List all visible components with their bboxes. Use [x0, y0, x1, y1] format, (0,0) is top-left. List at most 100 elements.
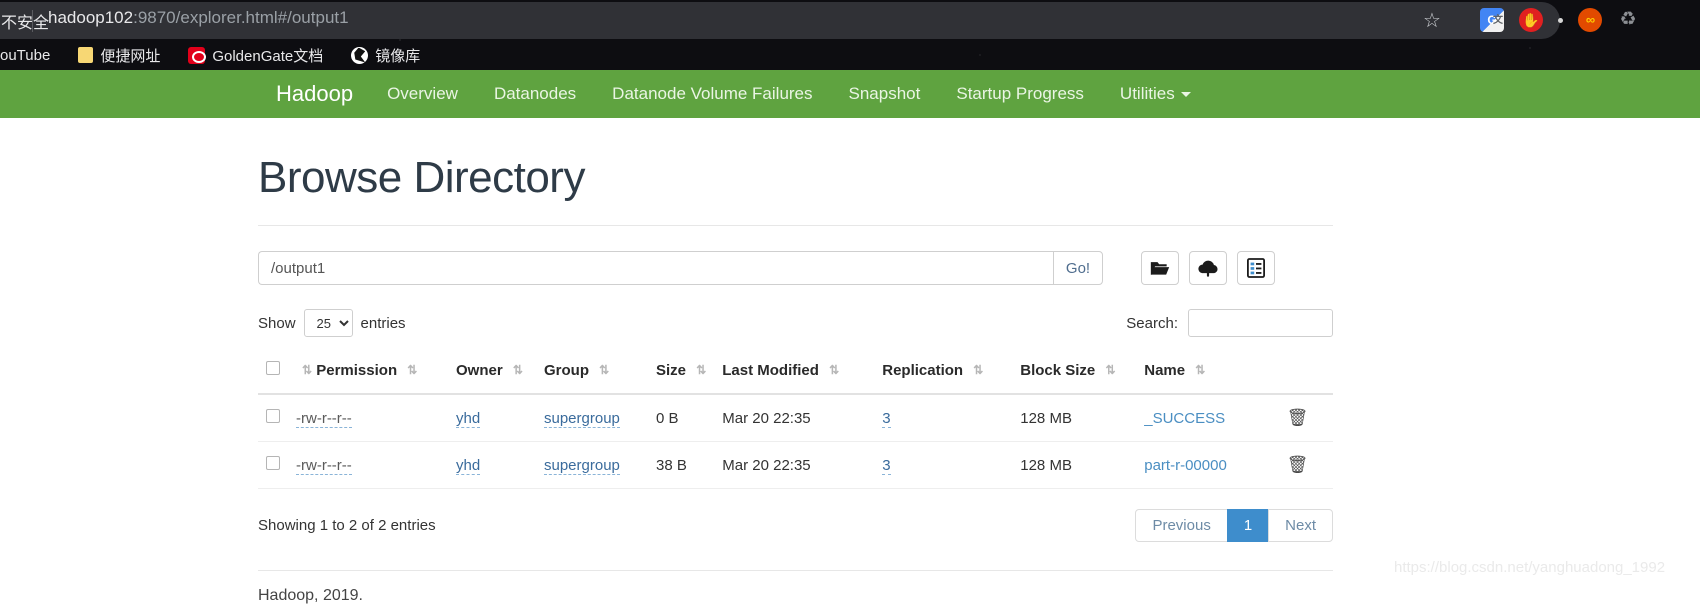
row-name[interactable]: _SUCCESS — [1136, 394, 1279, 442]
table-row: -rw-r--r-- yhd supergroup 0 B Mar 20 22:… — [258, 394, 1333, 442]
browser-chrome: 不安全 hadoop102:9870/explorer.html#/output… — [0, 0, 1700, 70]
trash-icon[interactable]: 🗑 — [1287, 408, 1309, 427]
file-name-link[interactable]: part-r-00000 — [1144, 457, 1227, 474]
nav-link-snapshot[interactable]: Snapshot — [831, 84, 939, 104]
bookmark-label: 镜像库 — [375, 47, 421, 65]
header-select-all[interactable] — [258, 355, 288, 395]
replication-value[interactable]: 3 — [882, 456, 891, 475]
permission-value[interactable]: -rw-r--r-- — [296, 409, 352, 428]
owner-value[interactable]: yhd — [456, 456, 481, 475]
nav-link-startup-progress[interactable]: Startup Progress — [938, 84, 1102, 104]
search-input[interactable] — [1188, 309, 1333, 337]
row-delete-cell[interactable]: 🗑 — [1278, 394, 1333, 442]
select-all-checkbox[interactable] — [266, 361, 280, 375]
next-page-button[interactable]: Next — [1268, 509, 1333, 542]
file-table: ⇅ Permission ⇅ Owner ⇅ Group ⇅ Size ⇅ La… — [258, 355, 1333, 489]
row-modified: Mar 20 22:35 — [714, 441, 875, 489]
row-replication[interactable]: 3 — [874, 441, 1013, 489]
row-group[interactable]: supergroup — [536, 441, 648, 489]
header-size[interactable]: Size ⇅ — [648, 355, 715, 395]
sort-icon: ⇅ — [1105, 363, 1116, 377]
trash-icon[interactable]: 🗑 — [1287, 455, 1309, 474]
recycle-icon[interactable]: ♻ — [1617, 8, 1639, 32]
bookmark-youtube[interactable]: ouTube — [0, 47, 64, 64]
separator-dot-icon — [1558, 17, 1563, 23]
bookmark-goldengate[interactable]: GoldenGate文档 — [174, 45, 337, 66]
group-value[interactable]: supergroup — [544, 409, 620, 428]
security-warning[interactable]: 不安全 — [0, 10, 49, 32]
row-permission[interactable]: -rw-r--r-- — [288, 441, 448, 489]
nav-link-utilities[interactable]: Utilities — [1102, 84, 1209, 104]
previous-page-button[interactable]: Previous — [1135, 509, 1228, 542]
file-name-link[interactable]: _SUCCESS — [1144, 410, 1225, 427]
cloud-upload-icon — [1198, 260, 1218, 277]
header-last-modified-label: Last Modified — [722, 362, 819, 379]
show-label: Show — [258, 314, 296, 332]
header-group-label: Group — [544, 362, 589, 379]
nav-link-datanode-volume-failures[interactable]: Datanode Volume Failures — [594, 84, 830, 104]
row-checkbox[interactable] — [266, 409, 280, 423]
bookmark-folder[interactable]: 便捷网址 — [64, 45, 174, 66]
sort-icon: ⇅ — [973, 363, 984, 377]
header-owner[interactable]: Owner ⇅ — [448, 355, 536, 395]
header-owner-label: Owner — [456, 362, 503, 379]
directory-action-buttons — [1141, 251, 1275, 285]
permission-value[interactable]: -rw-r--r-- — [296, 456, 352, 475]
row-size: 38 B — [648, 441, 715, 489]
path-input-group: Go! — [258, 251, 1103, 285]
infinity-icon[interactable]: ∞ — [1578, 8, 1602, 32]
row-name[interactable]: part-r-00000 — [1136, 441, 1279, 489]
bookmark-star-icon[interactable]: ☆ — [1422, 11, 1442, 31]
bookmarks-bar: ouTube 便捷网址 GoldenGate文档 镜像库 — [0, 40, 1700, 70]
folder-icon — [78, 47, 94, 63]
header-block-size[interactable]: Block Size ⇅ — [1012, 355, 1137, 395]
footer-copyright: Hadoop, 2019. — [258, 587, 363, 604]
google-translate-icon[interactable]: G — [1480, 8, 1504, 33]
new-directory-button[interactable] — [1141, 251, 1179, 285]
nav-link-overview[interactable]: Overview — [369, 84, 476, 104]
sort-icon: ⇅ — [599, 363, 610, 377]
row-owner[interactable]: yhd — [448, 441, 536, 489]
main-container: Browse Directory Go! — [258, 118, 1333, 605]
sort-icon: ⇅ — [1195, 363, 1206, 377]
address-bar[interactable]: 不安全 hadoop102:9870/explorer.html#/output… — [0, 2, 1560, 39]
watermark: https://blog.csdn.net/yanghuadong_1992 — [1394, 559, 1666, 576]
header-group[interactable]: Group ⇅ — [536, 355, 648, 395]
upload-files-button[interactable] — [1189, 251, 1227, 285]
row-delete-cell[interactable]: 🗑 — [1278, 441, 1333, 489]
adblock-hand-icon[interactable]: ✋ — [1519, 8, 1543, 32]
header-permission[interactable]: ⇅ Permission ⇅ — [288, 355, 448, 395]
row-group[interactable]: supergroup — [536, 394, 648, 442]
search-label: Search: — [1126, 314, 1178, 332]
page-1-button[interactable]: 1 — [1226, 509, 1270, 542]
table-row: -rw-r--r-- yhd supergroup 38 B Mar 20 22… — [258, 441, 1333, 489]
row-checkbox[interactable] — [266, 456, 280, 470]
navbar-brand[interactable]: Hadoop — [0, 81, 369, 107]
page-length-select[interactable]: 25 — [303, 309, 353, 337]
omnibox-divider — [32, 10, 33, 32]
header-block-size-label: Block Size — [1020, 362, 1096, 379]
header-name[interactable]: Name ⇅ — [1136, 355, 1279, 395]
replication-value[interactable]: 3 — [882, 409, 891, 428]
header-replication[interactable]: Replication ⇅ — [874, 355, 1013, 395]
header-last-modified[interactable]: Last Modified ⇅ — [714, 355, 875, 395]
row-replication[interactable]: 3 — [874, 394, 1013, 442]
nav-link-datanodes[interactable]: Datanodes — [476, 84, 594, 104]
table-footer: Showing 1 to 2 of 2 entries Previous 1 N… — [258, 509, 1333, 542]
row-checkbox-cell[interactable] — [258, 394, 288, 442]
sort-icon: ⇅ — [407, 363, 418, 377]
row-permission[interactable]: -rw-r--r-- — [288, 394, 448, 442]
row-checkbox-cell[interactable] — [258, 441, 288, 489]
go-button[interactable]: Go! — [1053, 251, 1103, 285]
bookmark-mirror[interactable]: 镜像库 — [337, 45, 434, 66]
path-input[interactable] — [258, 251, 1053, 285]
row-owner[interactable]: yhd — [448, 394, 536, 442]
security-warning-label: 不安全 — [1, 15, 50, 32]
cut-paste-button[interactable] — [1237, 251, 1275, 285]
group-value[interactable]: supergroup — [544, 456, 620, 475]
owner-value[interactable]: yhd — [456, 409, 481, 428]
show-entries-control: Show 25 entries — [258, 309, 406, 337]
search-control: Search: — [1126, 309, 1333, 337]
header-permission-label: Permission — [316, 362, 398, 379]
file-table-head: ⇅ Permission ⇅ Owner ⇅ Group ⇅ Size ⇅ La… — [258, 355, 1333, 395]
